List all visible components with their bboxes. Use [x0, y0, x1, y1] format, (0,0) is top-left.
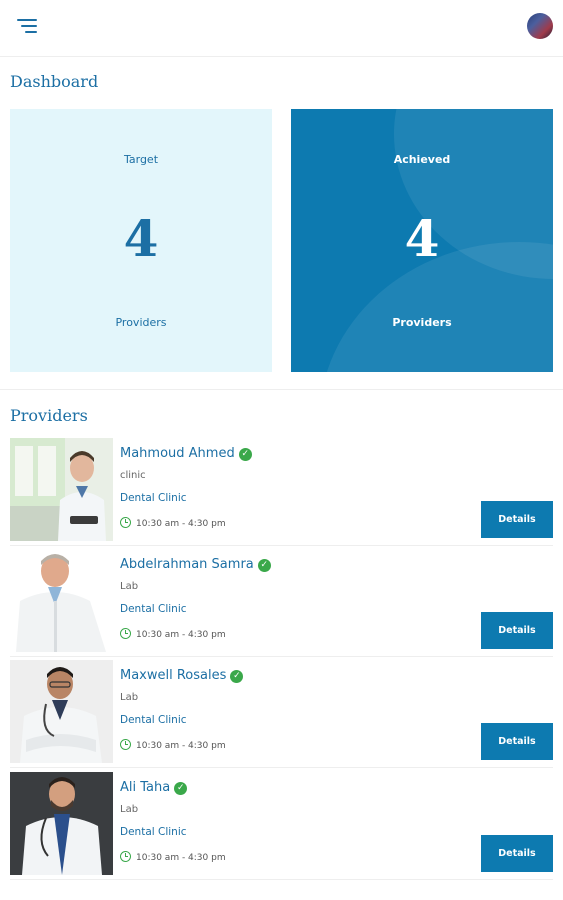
provider-card: Ali Taha ✓ Lab Dental Clinic 10:30 am - 4… [10, 772, 553, 880]
clock-icon [120, 628, 131, 639]
provider-hours-text: 10:30 am - 4:30 pm [136, 519, 226, 529]
provider-type: Lab [120, 692, 139, 703]
clock-icon [120, 517, 131, 528]
providers-title: Providers [10, 406, 88, 425]
clock-icon [120, 739, 131, 750]
provider-name-text: Mahmoud Ahmed [120, 446, 235, 461]
provider-name-text: Abdelrahman Samra [120, 557, 254, 572]
provider-hours: 10:30 am - 4:30 pm [120, 739, 226, 751]
menu-icon[interactable] [17, 19, 37, 35]
provider-photo [10, 549, 113, 652]
target-unit: Providers [115, 316, 167, 329]
top-bar [0, 0, 563, 57]
provider-name[interactable]: Abdelrahman Samra ✓ [120, 557, 271, 572]
provider-card: Mahmoud Ahmed ✓ clinic Dental Clinic 10:3… [10, 438, 553, 546]
provider-hours: 10:30 am - 4:30 pm [120, 851, 226, 863]
verified-icon: ✓ [257, 559, 271, 572]
section-divider [0, 389, 563, 390]
achieved-unit: Providers [392, 316, 452, 329]
verified-icon: ✓ [238, 448, 252, 461]
provider-hours: 10:30 am - 4:30 pm [120, 628, 226, 640]
provider-name[interactable]: Maxwell Rosales ✓ [120, 668, 244, 683]
details-button[interactable]: Details [481, 501, 553, 538]
provider-hours: 10:30 am - 4:30 pm [120, 517, 226, 529]
provider-type: Lab [120, 804, 139, 815]
user-avatar[interactable] [527, 13, 553, 39]
details-button[interactable]: Details [481, 835, 553, 872]
achieved-card: Achieved 4 Providers [291, 109, 553, 372]
provider-hours-text: 10:30 am - 4:30 pm [136, 630, 226, 640]
target-value: 4 [123, 209, 159, 268]
provider-type: clinic [120, 470, 146, 481]
dashboard-title: Dashboard [10, 72, 99, 91]
provider-card: Maxwell Rosales ✓ Lab Dental Clinic 10:30… [10, 660, 553, 768]
verified-icon: ✓ [174, 782, 188, 795]
clock-icon [120, 851, 131, 862]
details-button[interactable]: Details [481, 723, 553, 760]
provider-photo [10, 772, 113, 875]
provider-clinic: Dental Clinic [120, 603, 187, 615]
provider-clinic: Dental Clinic [120, 714, 187, 726]
provider-name[interactable]: Mahmoud Ahmed ✓ [120, 446, 252, 461]
provider-type: Lab [120, 581, 139, 592]
target-label: Target [123, 153, 159, 166]
provider-name[interactable]: Ali Taha ✓ [120, 780, 188, 795]
details-button[interactable]: Details [481, 612, 553, 649]
provider-hours-text: 10:30 am - 4:30 pm [136, 741, 226, 751]
provider-card: Abdelrahman Samra ✓ Lab Dental Clinic 10:… [10, 549, 553, 657]
verified-icon: ✓ [230, 670, 244, 683]
provider-photo [10, 438, 113, 541]
provider-name-text: Maxwell Rosales [120, 668, 227, 683]
provider-photo [10, 660, 113, 763]
target-card: Target 4 Providers [10, 109, 272, 372]
provider-clinic: Dental Clinic [120, 492, 187, 504]
provider-clinic: Dental Clinic [120, 826, 187, 838]
provider-hours-text: 10:30 am - 4:30 pm [136, 853, 226, 863]
achieved-value: 4 [404, 209, 440, 268]
achieved-label: Achieved [393, 153, 451, 166]
provider-name-text: Ali Taha [120, 780, 171, 795]
